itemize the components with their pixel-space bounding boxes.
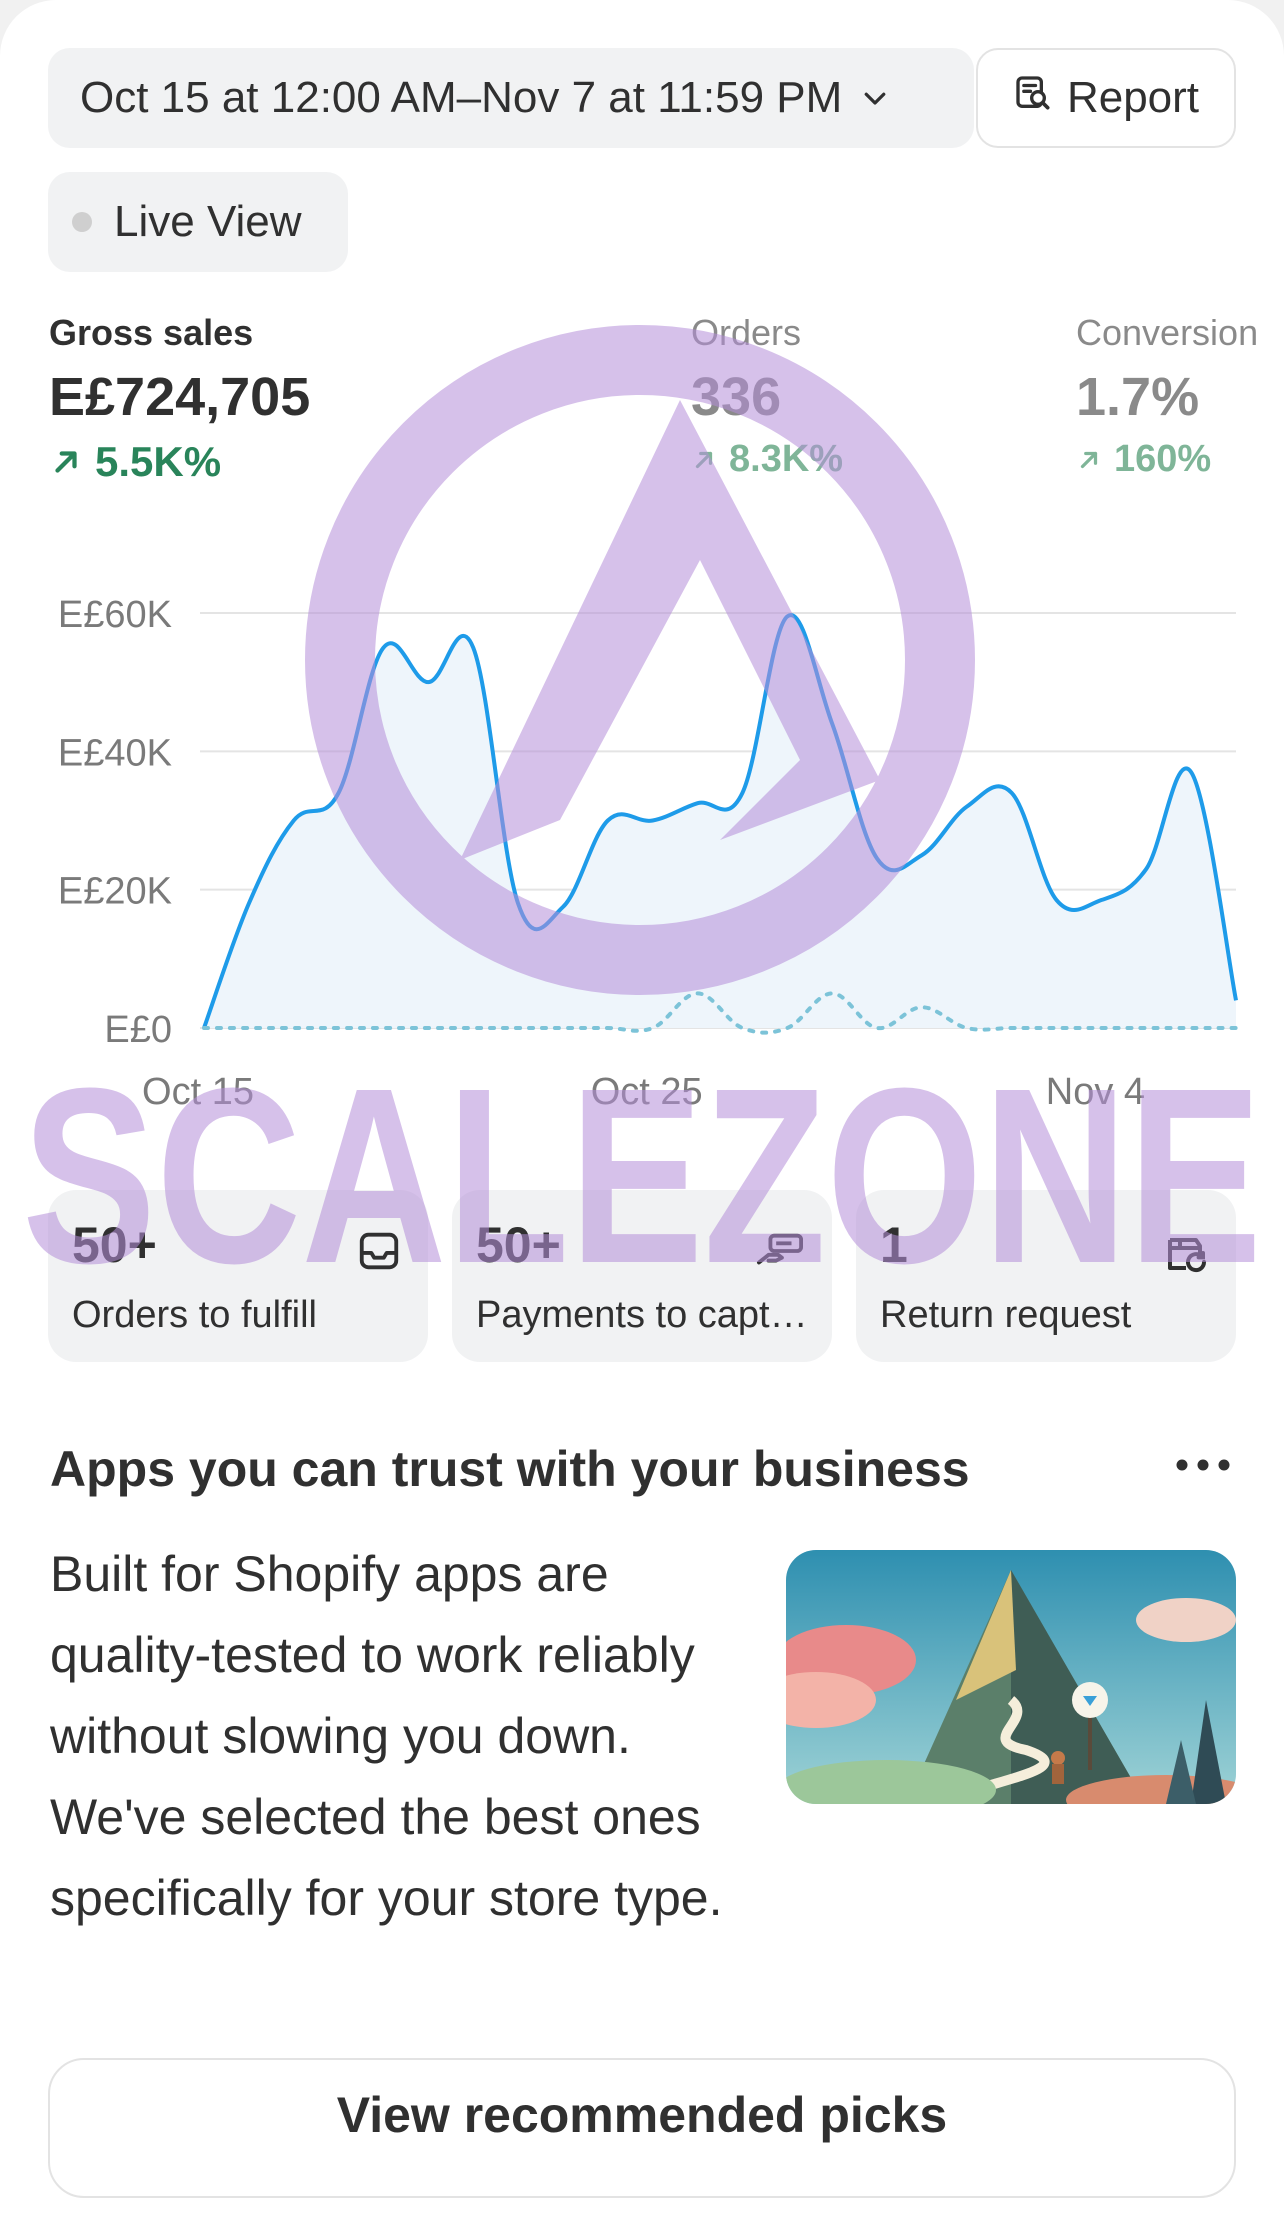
promo-illustration [786, 1550, 1236, 1804]
arrow-up-right-icon [691, 447, 717, 473]
return-icon [1162, 1228, 1210, 1281]
metric-change: 5.5K% [49, 438, 310, 486]
metric-value: 336 [691, 366, 843, 428]
arrow-up-right-icon [1076, 447, 1102, 473]
metric-change-value: 5.5K% [95, 438, 221, 486]
task-label: Orders to fulfill [72, 1294, 404, 1337]
task-label: Return request [880, 1294, 1212, 1337]
x-tick-label: Oct 15 [142, 1071, 254, 1113]
date-range-selector[interactable]: Oct 15 at 12:00 AM–Nov 7 at 11:59 PM [48, 48, 974, 148]
promo-body: Built for Shopify apps are quality-teste… [50, 1534, 750, 1939]
y-tick-label: E£0 [104, 1009, 172, 1051]
metric-change: 160% [1076, 438, 1258, 481]
inbox-icon [356, 1228, 402, 1279]
task-card-return-request[interactable]: 1 Return request [856, 1190, 1236, 1362]
y-tick-label: E£60K [58, 594, 172, 636]
metric-change: 8.3K% [691, 438, 843, 481]
more-horizontal-icon [1175, 1458, 1231, 1472]
y-tick-label: E£40K [58, 732, 172, 774]
metric-change-value: 8.3K% [729, 438, 843, 481]
metric-label: Gross sales [49, 312, 310, 354]
promo-title: Apps you can trust with your business [50, 1440, 970, 1498]
task-count: 50+ [72, 1216, 404, 1274]
series-area-fill [204, 615, 1236, 1028]
live-view-button[interactable]: Live View [48, 172, 348, 272]
metric-value: E£724,705 [49, 366, 310, 428]
x-tick-label: Nov 4 [1046, 1071, 1145, 1113]
live-status-dot-icon [72, 212, 92, 232]
date-range-label: Oct 15 at 12:00 AM–Nov 7 at 11:59 PM [80, 73, 842, 123]
live-view-label: Live View [114, 197, 302, 247]
metric-gross-sales[interactable]: Gross sales E£724,705 5.5K% [49, 312, 310, 486]
metric-label: Orders [691, 312, 843, 354]
payment-hand-icon [754, 1228, 806, 1279]
metric-value: 1.7% [1076, 366, 1258, 428]
metric-orders[interactable]: Orders 336 8.3K% [691, 312, 843, 481]
arrow-up-right-icon [49, 445, 83, 479]
view-recommended-picks-button[interactable]: View recommended picks [48, 2058, 1236, 2198]
chevron-down-icon [860, 83, 890, 113]
report-search-icon [1013, 73, 1053, 124]
cta-label: View recommended picks [337, 2086, 947, 2144]
metric-label: Conversion [1076, 312, 1258, 354]
y-tick-label: E£20K [58, 871, 172, 913]
more-options-button[interactable] [1168, 1440, 1238, 1490]
report-label: Report [1067, 73, 1199, 123]
metric-conversion[interactable]: Conversion 1.7% 160% [1076, 312, 1258, 481]
task-card-payments-to-capture[interactable]: 50+ Payments to capture [452, 1190, 832, 1362]
report-button[interactable]: Report [976, 48, 1236, 148]
sales-chart: E£60K E£40K E£20K E£0 Oct 15 Oct 25 Nov 4 [0, 580, 1284, 1120]
x-tick-label: Oct 25 [591, 1071, 703, 1113]
task-card-orders-to-fulfill[interactable]: 50+ Orders to fulfill [48, 1190, 428, 1362]
metric-change-value: 160% [1114, 438, 1211, 481]
task-label: Payments to capture [476, 1294, 808, 1337]
